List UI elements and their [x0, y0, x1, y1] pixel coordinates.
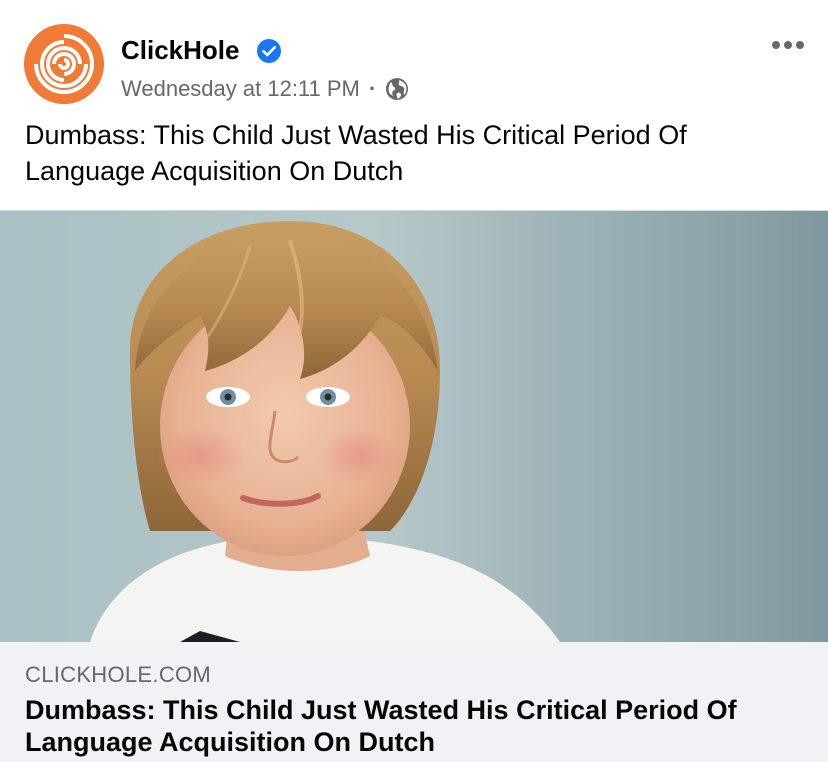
page-name[interactable]: ClickHole — [121, 35, 240, 66]
clickhole-logo-icon — [24, 24, 104, 104]
page-avatar[interactable] — [24, 24, 104, 104]
link-preview-image[interactable] — [0, 211, 828, 642]
post-text: Dumbass: This Child Just Wasted His Crit… — [25, 120, 687, 186]
post-timestamp[interactable]: Wednesday at 12:11 PM — [121, 76, 360, 102]
boy-portrait-photo — [0, 211, 828, 642]
post-header: ClickHole Wednesday at 12:11 PM · — [0, 0, 828, 110]
meta-separator: · — [368, 76, 377, 101]
more-options-icon — [772, 41, 804, 49]
verified-badge-icon — [257, 39, 281, 63]
feed-post: ClickHole Wednesday at 12:11 PM · Dumbas… — [0, 0, 828, 762]
post-meta: Wednesday at 12:11 PM · — [121, 74, 409, 104]
link-title[interactable]: Dumbass: This Child Just Wasted His Crit… — [25, 694, 815, 758]
globe-icon[interactable] — [385, 77, 409, 101]
link-domain: CLICKHOLE.COM — [25, 662, 212, 687]
link-preview-card[interactable]: CLICKHOLE.COM Dumbass: This Child Just W… — [0, 642, 828, 762]
more-options-button[interactable] — [768, 30, 808, 60]
